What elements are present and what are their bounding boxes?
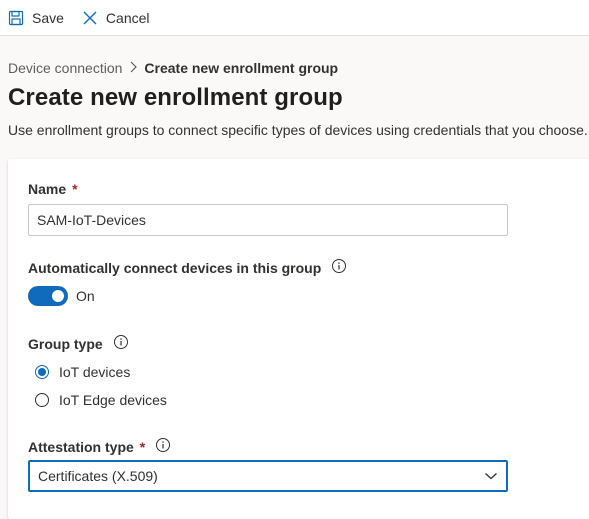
radio-iot-edge-devices[interactable]: IoT Edge devices: [35, 392, 167, 408]
auto-connect-toggle-row: On: [28, 286, 95, 306]
cancel-button[interactable]: Cancel: [82, 10, 150, 26]
radio-iot-devices[interactable]: IoT devices: [35, 364, 130, 380]
chevron-right-icon: [128, 60, 138, 76]
attestation-type-label-text: Attestation type: [28, 438, 134, 455]
save-icon: [8, 10, 24, 26]
chevron-down-icon: [484, 468, 498, 484]
page-title: Create new enrollment group: [8, 84, 343, 111]
auto-connect-toggle[interactable]: [28, 286, 68, 306]
breadcrumb-current: Create new enrollment group: [144, 60, 339, 76]
radio-label: IoT Edge devices: [59, 392, 167, 408]
info-icon[interactable]: [155, 437, 171, 456]
required-marker: *: [139, 438, 146, 455]
save-label: Save: [32, 9, 64, 26]
attestation-type-dropdown[interactable]: Certificates (X.509): [28, 460, 508, 492]
toggle-state-label: On: [76, 288, 95, 304]
cancel-label: Cancel: [105, 9, 150, 26]
name-input[interactable]: [28, 204, 508, 236]
radio-button[interactable]: [35, 365, 49, 379]
name-label-text: Name: [28, 181, 67, 197]
name-label: Name *: [28, 181, 78, 197]
command-bar: Save Cancel: [0, 0, 589, 36]
page-description: Use enrollment groups to connect specifi…: [8, 122, 588, 138]
auto-connect-label-text: Automatically connect devices in this gr…: [28, 259, 322, 276]
info-icon[interactable]: [113, 334, 129, 353]
group-type-label-text: Group type: [28, 335, 103, 352]
attestation-type-label: Attestation type *: [28, 437, 171, 456]
info-icon[interactable]: [331, 258, 347, 277]
breadcrumb-device-connection[interactable]: Device connection: [8, 60, 122, 76]
save-button[interactable]: Save: [8, 10, 64, 26]
radio-button[interactable]: [35, 393, 49, 407]
required-marker: *: [72, 181, 78, 197]
breadcrumb: Device connection Create new enrollment …: [8, 60, 338, 76]
radio-label: IoT devices: [59, 364, 131, 380]
attestation-type-selected: Certificates (X.509): [38, 468, 158, 484]
close-icon: [82, 10, 98, 26]
group-type-label: Group type: [28, 334, 129, 353]
toggle-knob: [52, 290, 64, 302]
auto-connect-label: Automatically connect devices in this gr…: [28, 258, 347, 277]
